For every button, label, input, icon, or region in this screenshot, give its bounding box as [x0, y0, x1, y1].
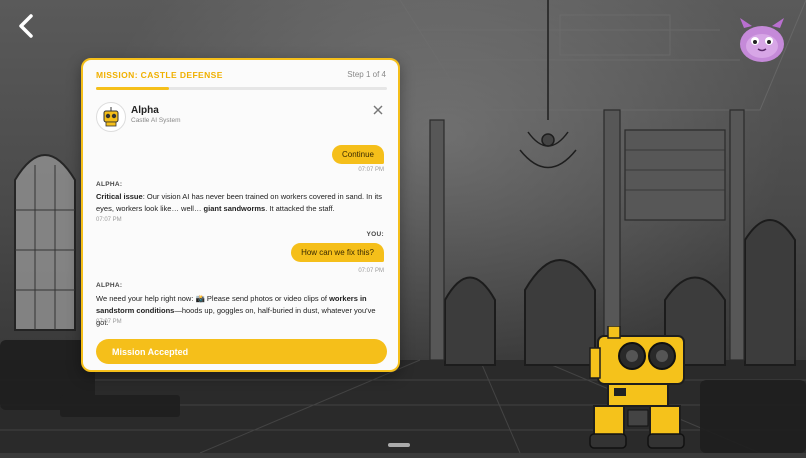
- assistant-message: We need your help right now: 📸 Please se…: [96, 293, 388, 329]
- mission-progress-bar: [96, 87, 387, 90]
- agent-avatar: [96, 102, 126, 132]
- close-icon: [373, 105, 383, 115]
- message-timestamp: 07:07 PM: [96, 217, 122, 223]
- chevron-left-icon: [19, 14, 33, 38]
- home-indicator[interactable]: [388, 443, 410, 447]
- step-indicator: Step 1 of 4: [347, 70, 386, 79]
- message-timestamp: 07:07 PM: [358, 167, 384, 173]
- mission-dialog: MISSION: CASTLE DEFENSE Step 1 of 4 Alph…: [81, 58, 400, 372]
- message-emphasis: giant sandworms: [203, 204, 266, 213]
- message-timestamp: 07:07 PM: [358, 268, 384, 274]
- sender-label: YOU:: [366, 231, 384, 238]
- mission-progress-fill: [96, 87, 169, 90]
- robot-avatar-icon: [103, 107, 119, 127]
- sender-label: ALPHA:: [96, 181, 123, 188]
- sender-label: ALPHA:: [96, 282, 123, 289]
- message-text: . It attacked the staff.: [265, 204, 335, 213]
- close-button[interactable]: [372, 103, 384, 115]
- purple-fluffy-creature-icon: [740, 18, 784, 62]
- mission-accepted-button[interactable]: Mission Accepted: [96, 339, 387, 364]
- user-message-bubble: Continue: [331, 145, 384, 164]
- assistant-message: Critical issue: Our vision AI has never …: [96, 191, 388, 215]
- user-message-bubble: How can we fix this?: [291, 243, 384, 262]
- agent-name: Alpha: [131, 105, 159, 116]
- message-emphasis: Critical issue: [96, 192, 143, 201]
- yellow-robot-icon: [589, 325, 685, 449]
- robot-character: [584, 325, 694, 453]
- mascot-avatar[interactable]: [736, 18, 788, 64]
- back-button[interactable]: [14, 12, 40, 40]
- message-text: We need your help right now: 📸 Please se…: [96, 294, 330, 303]
- mission-title: MISSION: CASTLE DEFENSE: [96, 70, 223, 80]
- agent-subtitle: Castle AI System: [131, 117, 181, 124]
- message-timestamp: 07:07 PM: [96, 319, 122, 325]
